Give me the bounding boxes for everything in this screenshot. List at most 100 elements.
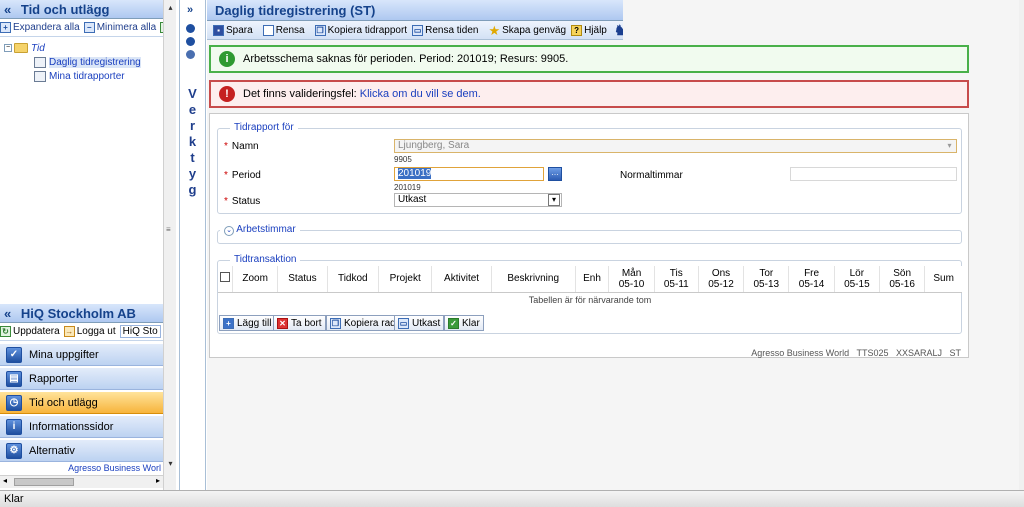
add-row-button[interactable]: + Lägg till	[219, 315, 276, 331]
status-label: * Status	[224, 196, 261, 207]
column-header[interactable]: Fre 05-14	[788, 266, 835, 293]
draft-icon: ▭	[398, 317, 409, 329]
done-icon: ✓	[448, 317, 459, 329]
copy-report-button[interactable]: ❐ Kopiera tidrapport	[314, 24, 407, 36]
tools-letter: e	[188, 102, 197, 117]
copy-row-button[interactable]: ❐ Kopiera rad	[326, 315, 400, 331]
tree-item-label[interactable]: Mina tidrapporter	[49, 71, 125, 82]
left-vertical-scrollbar[interactable]: ▴ ≡ ▾	[163, 0, 176, 490]
draft-button[interactable]: ▭ Utkast	[394, 315, 445, 331]
update-button[interactable]: ↻ Uppdatera	[0, 326, 60, 337]
column-header[interactable]: Ons 05-12	[698, 266, 745, 293]
done-button[interactable]: ✓ Klar	[444, 315, 484, 331]
empty-table-text: Tabellen är för närvarande tom	[528, 295, 652, 306]
select-all-checkbox[interactable]	[218, 266, 233, 293]
expand-tools-icon[interactable]: »	[187, 4, 193, 16]
tools-letter: k	[188, 134, 197, 149]
status-select[interactable]: Utkast ▾	[394, 193, 562, 207]
nav-time-expenses[interactable]: ◷ Tid och utlägg	[0, 391, 163, 414]
nav-my-tasks[interactable]: ✓ Mina uppgifter	[0, 343, 163, 366]
period-picker-button[interactable]: …	[548, 167, 562, 181]
scroll-down-icon[interactable]: ▾	[165, 458, 176, 469]
scroll-thumb[interactable]	[14, 478, 74, 486]
tool-icon[interactable]	[186, 24, 195, 33]
column-header[interactable]: Projekt	[378, 266, 433, 293]
resource-id: 9905	[394, 155, 412, 164]
nav-information[interactable]: i Informationssidor	[0, 415, 163, 438]
name-field[interactable]: Ljungberg, Sara ▾	[394, 139, 957, 153]
column-header[interactable]: Tis 05-11	[654, 266, 699, 293]
clear-button[interactable]: Rensa	[262, 24, 305, 36]
collapse-icon[interactable]: «	[4, 306, 11, 321]
status-dropdown-icon[interactable]: ▾	[548, 194, 560, 206]
checkbox-icon[interactable]	[220, 272, 230, 283]
column-header[interactable]: Aktivitet	[431, 266, 492, 293]
timesheet-form: Tidrapport för * Namn Ljungberg, Sara ▾ 9…	[209, 113, 969, 358]
report-for-group: Tidrapport för * Namn Ljungberg, Sara ▾ 9…	[217, 122, 962, 214]
column-header[interactable]: Lör 05-15	[834, 266, 881, 293]
scroll-grip[interactable]: ≡	[166, 225, 174, 239]
help-icon: ?	[571, 24, 583, 36]
scroll-up-icon[interactable]: ▴	[165, 2, 176, 13]
scroll-left-icon[interactable]: ◂	[3, 476, 7, 485]
create-shortcut-button[interactable]: ★ Skapa genväg	[488, 24, 566, 37]
company-tab[interactable]: HiQ Sto	[119, 325, 161, 338]
help-button[interactable]: ? Hjälp	[571, 24, 607, 36]
page-title: Daglig tidregistrering (ST)	[207, 0, 623, 21]
clock-icon: ◷	[6, 394, 22, 411]
status-bar: Klar	[0, 490, 1024, 507]
column-header[interactable]: Sum	[924, 266, 962, 293]
delete-row-button[interactable]: ✕ Ta bort	[273, 315, 326, 331]
tree-collapse-icon[interactable]: −	[4, 44, 12, 52]
normal-hours-field[interactable]	[790, 167, 957, 181]
collapse-icon[interactable]: «	[4, 2, 11, 17]
nav-options[interactable]: ⚙ Alternativ	[0, 439, 163, 462]
tools-letter: V	[188, 86, 197, 101]
scroll-right-icon[interactable]: ▸	[156, 476, 160, 485]
minimize-all-button[interactable]: − Minimera alla	[83, 22, 156, 33]
name-label: * Namn	[224, 141, 259, 152]
period-field[interactable]: 201019	[394, 167, 544, 181]
nav-reports[interactable]: ▤ Rapporter	[0, 367, 163, 390]
clear-icon	[262, 24, 274, 36]
tree-folder-tid[interactable]: − Tid	[4, 41, 163, 55]
expand-icon[interactable]: ⌄	[224, 226, 234, 236]
clear-time-icon: ▭	[412, 24, 424, 36]
left-horizontal-scrollbar[interactable]: ◂ ▸	[0, 475, 163, 488]
tree-item-reports[interactable]: Mina tidrapporter	[4, 69, 163, 83]
search-person-icon[interactable]	[186, 50, 195, 59]
logout-button[interactable]: → Logga ut	[63, 326, 116, 337]
system-footer-note: Agresso Business World TTS025 XXSARALJ S…	[751, 348, 961, 358]
logout-icon: →	[63, 326, 75, 337]
company-toolbar: ↻ Uppdatera → Logga ut HiQ Sto	[0, 323, 163, 341]
main-scrollbar[interactable]	[1019, 0, 1024, 490]
column-header[interactable]: Zoom	[232, 266, 279, 293]
column-header[interactable]: Tor 05-13	[743, 266, 790, 293]
main-toolbar: ▪ Spara Rensa ❐ Kopiera tidrapport ▭ Ren…	[207, 21, 623, 40]
table-header-row: Zoom Status Tidkod Projekt Aktivitet Bes…	[218, 266, 962, 293]
nav-buttons: ✓ Mina uppgifter ▤ Rapporter ◷ Tid och u…	[0, 343, 163, 462]
tools-letter: t	[190, 150, 195, 165]
name-dropdown-icon[interactable]: ▾	[944, 140, 955, 152]
agresso-logo-icon: ♞	[614, 22, 623, 39]
working-hours-group: ⌄ Arbetstimmar	[217, 224, 962, 244]
working-hours-legend[interactable]: ⌄ Arbetstimmar	[220, 224, 300, 236]
info-message-text: Arbetsschema saknas för perioden. Period…	[243, 53, 569, 65]
tree-item-label[interactable]: Daglig tidregistrering	[49, 56, 141, 68]
options-icon: ⚙	[6, 442, 22, 459]
clear-time-button[interactable]: ▭ Rensa tiden	[412, 24, 478, 36]
column-header[interactable]: Mån 05-10	[608, 266, 655, 293]
error-details-link[interactable]: Klicka om du vill se dem.	[360, 88, 481, 100]
column-header[interactable]: Beskrivning	[491, 266, 576, 293]
column-header[interactable]: Status	[277, 266, 328, 293]
tree-item-daily[interactable]: Daglig tidregistrering	[4, 55, 163, 69]
column-header[interactable]: Sön 05-16	[879, 266, 926, 293]
error-icon: !	[219, 86, 235, 102]
expand-all-button[interactable]: + Expandera alla	[0, 22, 80, 33]
refresh-icon: ↻	[0, 326, 11, 337]
column-header[interactable]: Tidkod	[327, 266, 379, 293]
save-button[interactable]: ▪ Spara	[213, 24, 253, 36]
report-icon	[34, 70, 46, 82]
column-header[interactable]: Enh	[575, 266, 610, 293]
tool-icon[interactable]	[186, 37, 195, 46]
